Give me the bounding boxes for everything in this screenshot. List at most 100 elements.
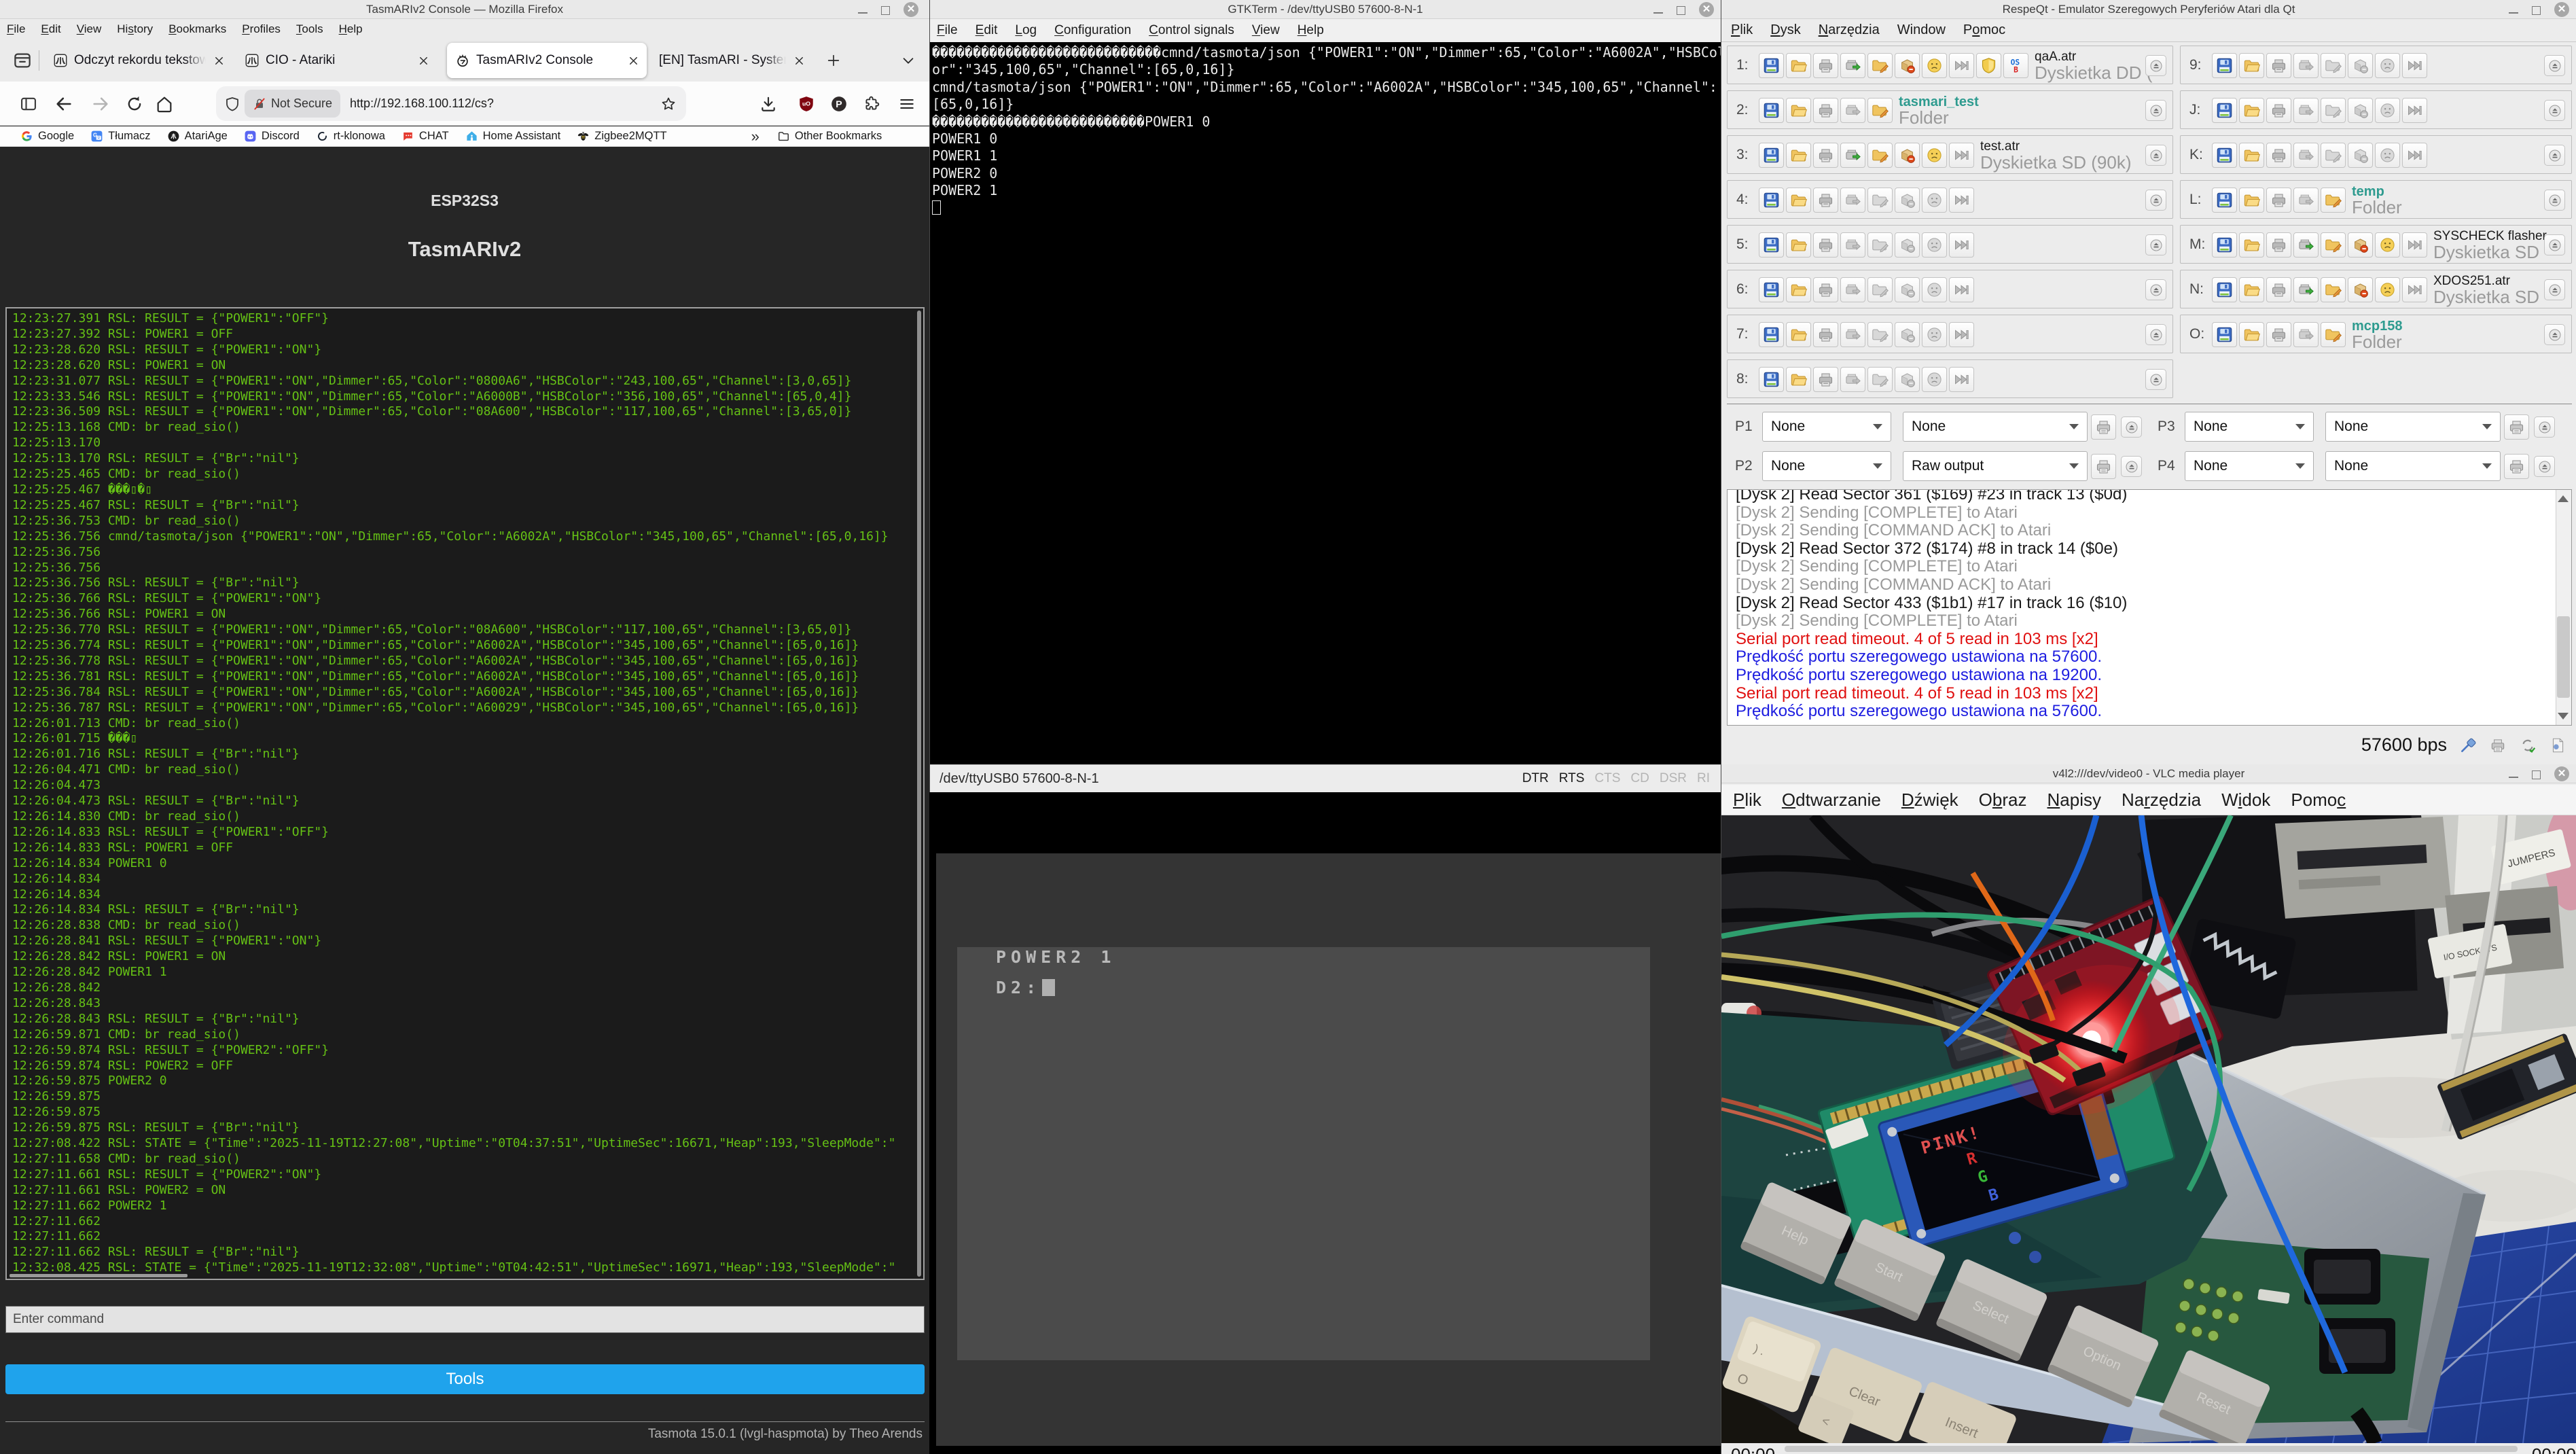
edit-folder-button[interactable]: [1867, 232, 1893, 258]
floppy-save-button[interactable]: [2212, 277, 2237, 302]
maximize-button[interactable]: [881, 6, 890, 15]
close-button[interactable]: ✕: [1699, 2, 1714, 17]
log-scrollbar[interactable]: [2556, 490, 2571, 725]
firefox-menu-profiles[interactable]: Profiles: [242, 22, 281, 36]
unmount-button[interactable]: [1895, 232, 1920, 258]
save-as-button[interactable]: [1813, 143, 1838, 168]
minimize-button[interactable]: [1653, 12, 1663, 14]
vlc-menu-plik[interactable]: Plik: [1733, 790, 1761, 811]
log-scroll-thumb[interactable]: [2557, 616, 2570, 698]
printer-button[interactable]: [2504, 454, 2529, 479]
face-button[interactable]: [1922, 367, 1947, 392]
tools-button[interactable]: Tools: [5, 1364, 925, 1394]
gtkterm-menu-help[interactable]: Help: [1298, 23, 1324, 38]
floppy-save-button[interactable]: [2212, 188, 2237, 213]
doc-icon[interactable]: [2549, 737, 2566, 754]
unmount-button[interactable]: [2348, 98, 2373, 123]
shield-button[interactable]: [1976, 53, 2001, 78]
save-as-button[interactable]: [1813, 98, 1838, 123]
forward-icon[interactable]: [91, 94, 110, 113]
gtkterm-menu-log[interactable]: Log: [1015, 23, 1037, 38]
eject-button[interactable]: [2145, 369, 2166, 390]
eject-button[interactable]: [2145, 279, 2166, 300]
plus-icon[interactable]: [826, 53, 841, 68]
close-button[interactable]: ✕: [904, 2, 918, 17]
tab-4[interactable]: [EN] TasmARI - SystemEmbe: [649, 43, 812, 78]
revert-green-button[interactable]: [1840, 143, 1865, 168]
command-input[interactable]: Enter command: [5, 1306, 925, 1333]
folder-open-button[interactable]: [2239, 232, 2264, 258]
fast-forward-button[interactable]: [1949, 277, 1974, 302]
folder-open-button[interactable]: [1786, 188, 1811, 213]
printer-type-combo[interactable]: None: [2185, 412, 2314, 442]
close-icon[interactable]: [627, 54, 640, 67]
bookmark-google[interactable]: Google: [20, 130, 74, 143]
save-as-button[interactable]: [1813, 277, 1838, 302]
sidebar-icon[interactable]: [19, 94, 38, 113]
printer-eject-button[interactable]: [2534, 416, 2555, 438]
floppy-save-button[interactable]: [1759, 188, 1784, 213]
firefox-menu-view[interactable]: View: [77, 22, 102, 36]
firefox-menu-help[interactable]: Help: [339, 22, 363, 36]
gtkterm-menu-file[interactable]: File: [937, 23, 958, 38]
printer-type-combo[interactable]: None: [2185, 451, 2314, 481]
fast-forward-button[interactable]: [1949, 53, 1974, 78]
revert-button[interactable]: [1840, 277, 1865, 302]
revert-button[interactable]: [2293, 188, 2319, 213]
revert-button[interactable]: [2293, 98, 2319, 123]
folder-open-button[interactable]: [1786, 53, 1811, 78]
eject-button[interactable]: [2145, 234, 2166, 255]
bookmark-zigbee[interactable]: Zigbee2MQTT: [577, 130, 666, 143]
respeqt-menu-narzdzia[interactable]: Narzędzia: [1819, 22, 1880, 38]
vlc-menu-narzdzia[interactable]: Narzędzia: [2122, 790, 2201, 811]
floppy-save-button[interactable]: [2212, 322, 2237, 347]
bookmark-chat[interactable]: CHAT: [401, 130, 449, 143]
minimize-button[interactable]: [2509, 12, 2518, 14]
save-as-button[interactable]: [1813, 367, 1838, 392]
close-button[interactable]: ✕: [2554, 2, 2569, 17]
vlc-menu-odtwarzanie[interactable]: Odtwarzanie: [1782, 790, 1881, 811]
eject-button[interactable]: [2544, 55, 2565, 76]
tab-3-active[interactable]: TasmARIv2 Console: [447, 43, 647, 78]
gtkterm-menu-controlsignals[interactable]: Control signals: [1149, 23, 1234, 38]
eject-button[interactable]: [2544, 234, 2565, 255]
folder-open-button[interactable]: [2239, 322, 2264, 347]
unmount-button[interactable]: [1895, 277, 1920, 302]
unmount-button[interactable]: [1895, 143, 1920, 168]
shield-icon[interactable]: [224, 96, 240, 112]
console-log[interactable]: 12:23:27.391 RSL: RESULT = {"POWER1":"OF…: [5, 307, 925, 1280]
save-as-button[interactable]: [1813, 188, 1838, 213]
save-as-button[interactable]: [1813, 232, 1838, 258]
security-chip[interactable]: Not Secure: [245, 90, 340, 118]
tab-1[interactable]: Odczyt rekordu tekstow: [45, 43, 232, 78]
home-icon[interactable]: [155, 94, 174, 113]
unmount-button[interactable]: [2348, 53, 2373, 78]
edit-folder-button[interactable]: [1867, 367, 1893, 392]
eject-button[interactable]: [2145, 145, 2166, 166]
chevron-down-icon[interactable]: [901, 53, 916, 68]
face-button[interactable]: [2375, 277, 2400, 302]
save-as-button[interactable]: [2266, 98, 2291, 123]
save-as-button[interactable]: [1813, 322, 1838, 347]
serial-cable-icon[interactable]: [2459, 737, 2477, 754]
os-b-button[interactable]: OSB: [2003, 53, 2028, 78]
bookmark-discord[interactable]: Discord: [244, 130, 300, 143]
face-button[interactable]: [1922, 143, 1947, 168]
face-button[interactable]: [1922, 53, 1947, 78]
bookmark-rt-klonowa[interactable]: rt-klonowa: [316, 130, 385, 143]
revert-button[interactable]: [2293, 143, 2319, 168]
sync-green-icon[interactable]: [2519, 737, 2537, 754]
respeqt-log[interactable]: [Dysk 2] Read Sector 361 ($169) #23 in t…: [1727, 489, 2572, 726]
unmount-button[interactable]: [2348, 143, 2373, 168]
eject-button[interactable]: [2544, 279, 2565, 300]
revert-green-button[interactable]: [1840, 53, 1865, 78]
revert-button[interactable]: [1840, 322, 1865, 347]
revert-button[interactable]: [2293, 322, 2319, 347]
vlc-menu-obraz[interactable]: Obraz: [1979, 790, 2027, 811]
folder-open-button[interactable]: [2239, 143, 2264, 168]
gtkterm-menu-edit[interactable]: Edit: [976, 23, 998, 38]
star-icon[interactable]: [660, 96, 677, 112]
eject-button[interactable]: [2145, 100, 2166, 121]
edit-folder-button[interactable]: [2321, 322, 2346, 347]
folder-open-button[interactable]: [1786, 322, 1811, 347]
